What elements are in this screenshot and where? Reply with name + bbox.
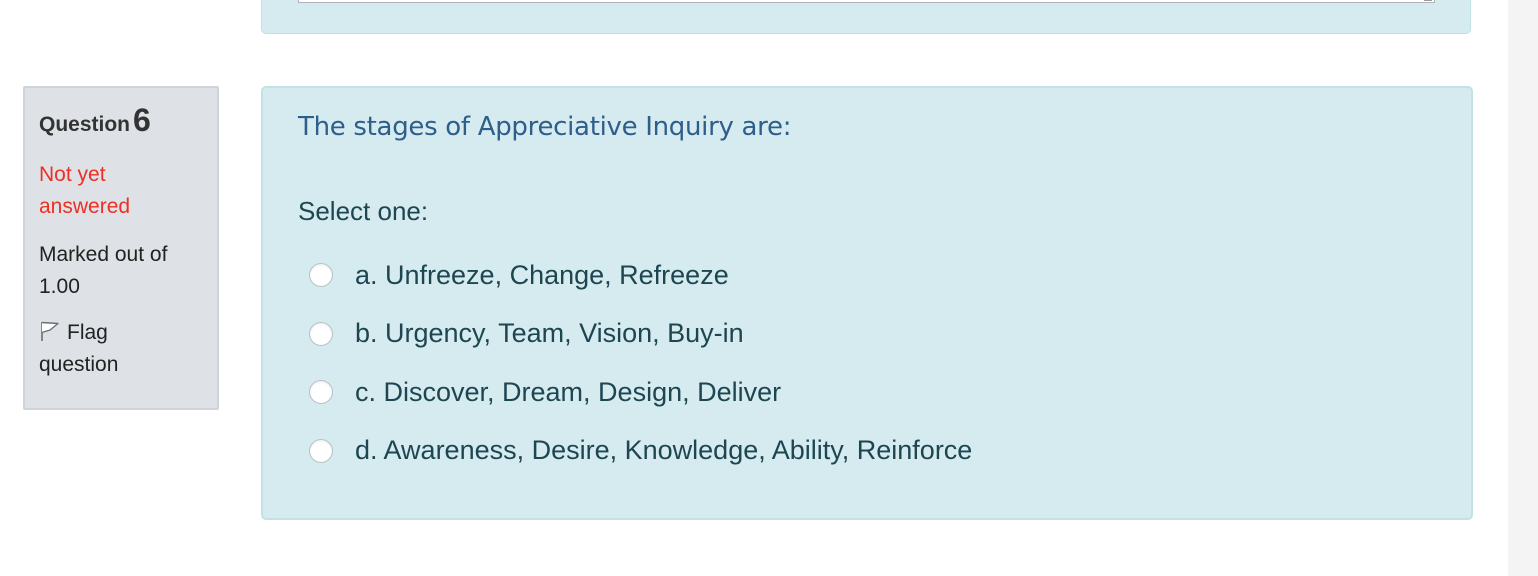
question-info-panel: Question6 Not yet answered Marked out of…	[23, 86, 219, 410]
question-state: Not yet answered	[39, 163, 131, 218]
question-grade: Marked out of 1.00	[39, 243, 168, 298]
answer-label-d[interactable]: d. Awareness, Desire, Knowledge, Ability…	[355, 435, 972, 466]
page-scrollbar[interactable]	[1508, 0, 1538, 576]
question-content-panel: The stages of Appreciative Inquiry are: …	[261, 86, 1473, 520]
select-one-prompt: Select one:	[298, 196, 429, 226]
textarea-resize-handle[interactable]	[1424, 0, 1432, 1]
answer-radio-d[interactable]	[309, 438, 333, 463]
answer-label-a[interactable]: a. Unfreeze, Change, Refreeze	[355, 260, 729, 291]
answer-option-c[interactable]: c. Discover, Dream, Design, Deliver	[309, 363, 972, 422]
answer-label-c[interactable]: c. Discover, Dream, Design, Deliver	[355, 377, 781, 408]
question-number: Question6	[39, 102, 203, 139]
quiz-page: Question6 Not yet answered Marked out of…	[0, 0, 1538, 576]
previous-question-panel	[261, 0, 1471, 34]
flag-outline-icon	[39, 320, 61, 342]
answer-radio-a[interactable]	[309, 263, 333, 288]
previous-answer-textarea[interactable]	[298, 0, 1435, 3]
answer-radio-c[interactable]	[309, 380, 333, 405]
answer-radio-b[interactable]	[309, 321, 333, 346]
flag-question-link[interactable]: Flag question	[39, 317, 179, 381]
answer-list: a. Unfreeze, Change, Refreeze b. Urgency…	[309, 246, 972, 480]
answer-option-a[interactable]: a. Unfreeze, Change, Refreeze	[309, 246, 972, 305]
answer-option-d[interactable]: d. Awareness, Desire, Knowledge, Ability…	[309, 422, 972, 481]
question-label: Question	[39, 113, 131, 136]
answer-label-b[interactable]: b. Urgency, Team, Vision, Buy-in	[355, 318, 744, 349]
answer-option-b[interactable]: b. Urgency, Team, Vision, Buy-in	[309, 305, 972, 364]
question-number-value: 6	[133, 102, 151, 138]
question-text: The stages of Appreciative Inquiry are:	[298, 112, 792, 142]
